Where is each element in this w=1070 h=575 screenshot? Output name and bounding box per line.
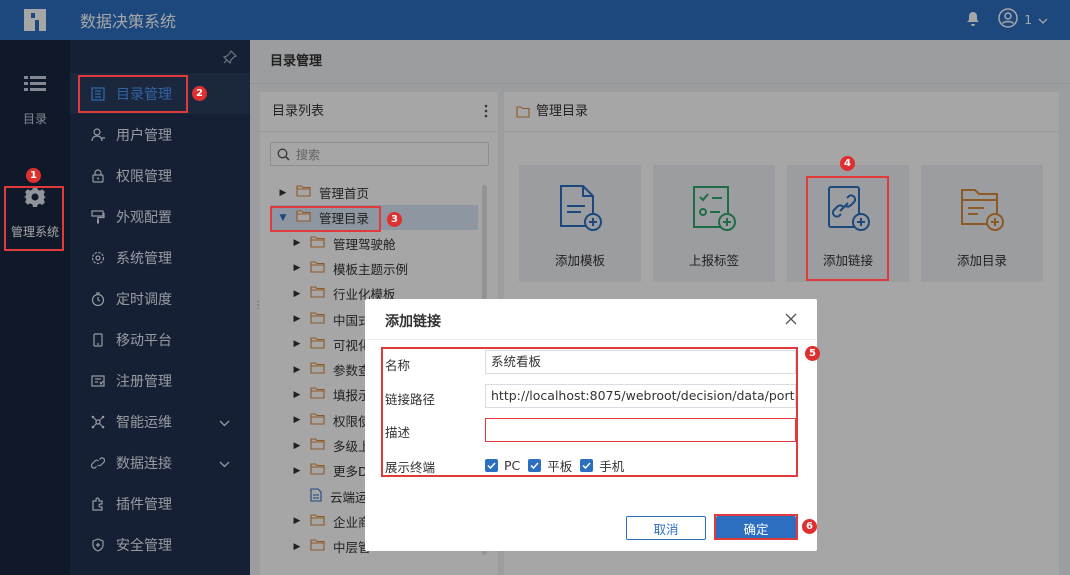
cancel-button[interactable]: 取消 [626, 516, 706, 540]
highlight-catalog-nav [78, 75, 188, 113]
step-badge-4: 4 [840, 156, 855, 171]
step-badge-6: 6 [802, 519, 817, 534]
highlight-add-link [806, 176, 889, 281]
dialog-title: 添加链接 [385, 314, 441, 330]
highlight-form [381, 347, 798, 477]
highlight-ok [714, 514, 798, 540]
step-badge-2: 2 [192, 86, 207, 101]
step-badge-5: 5 [805, 346, 820, 361]
step-badge-1: 1 [26, 168, 41, 183]
highlight-admin [4, 186, 64, 251]
highlight-tree-item [270, 206, 381, 232]
step-badge-3: 3 [387, 212, 402, 227]
close-icon[interactable] [785, 309, 797, 330]
